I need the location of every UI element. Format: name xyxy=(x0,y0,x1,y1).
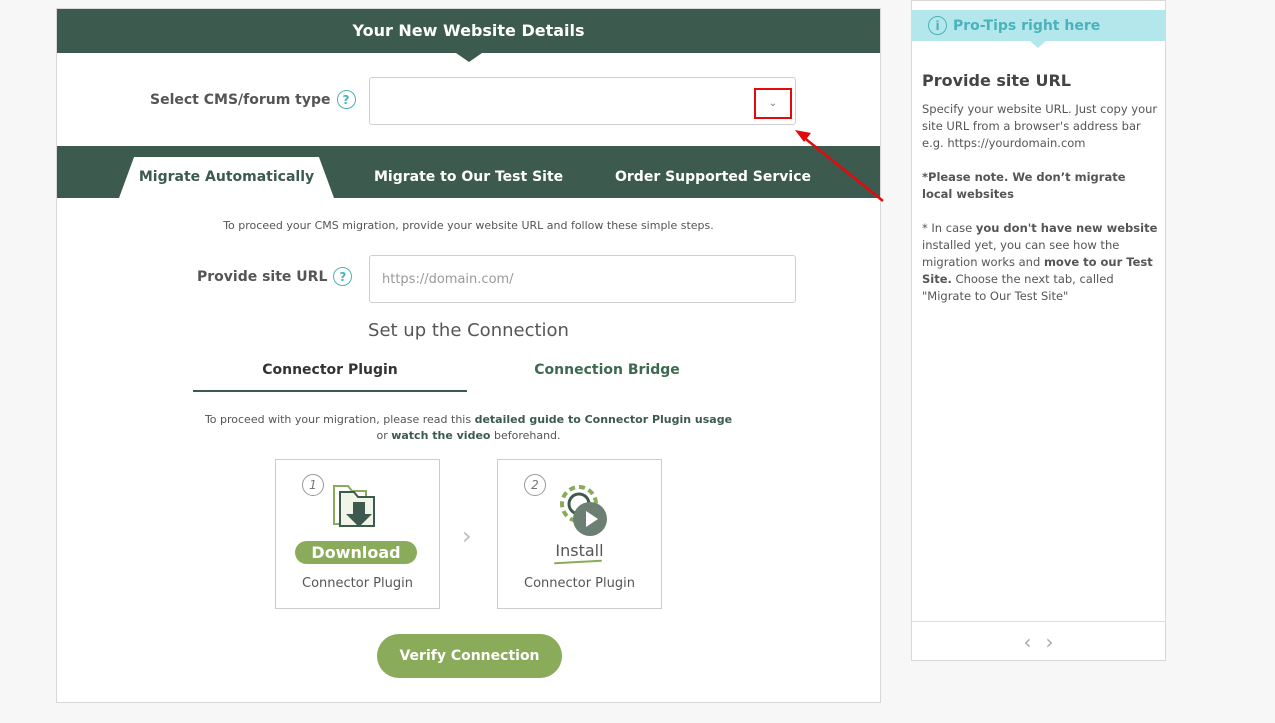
install-button[interactable]: Install xyxy=(498,541,661,560)
details-header: Your New Website Details xyxy=(57,9,880,62)
cms-type-label: Select CMS/forum type xyxy=(150,91,331,108)
video-link[interactable]: watch the video xyxy=(391,429,490,442)
cms-help-icon[interactable]: ? xyxy=(336,90,356,109)
cms-type-select[interactable]: ⌄ xyxy=(369,77,796,125)
install-caption: Connector Plugin xyxy=(524,576,635,591)
site-url-input[interactable] xyxy=(369,255,796,303)
tips-title: Provide site URL xyxy=(922,71,1071,90)
site-url-label: Provide site URL xyxy=(197,268,328,285)
chevron-right-icon[interactable]: › xyxy=(1046,630,1054,654)
guide-prefix: To proceed with your migration, please r… xyxy=(204,413,475,426)
pro-tips-header: i Pro-Tips right here xyxy=(912,10,1165,48)
pro-tips-panel: i Pro-Tips right here Provide site URL S… xyxy=(911,0,1166,661)
subtab-connector-plugin[interactable]: Connector Plugin xyxy=(193,362,467,392)
download-caption: Connector Plugin xyxy=(302,576,413,591)
tab-migrate-test-site[interactable]: Migrate to Our Test Site xyxy=(374,146,563,198)
tips-body: Specify your website URL. Just copy your… xyxy=(922,101,1158,322)
tab-order-service[interactable]: Order Supported Service xyxy=(615,146,811,198)
guide-suffix: beforehand. xyxy=(490,429,561,442)
tab-migrate-automatically[interactable]: Migrate Automatically xyxy=(119,157,334,198)
cms-dropdown-toggle[interactable]: ⌄ xyxy=(754,88,792,119)
guide-link[interactable]: detailed guide to Connector Plugin usage xyxy=(475,413,732,426)
install-step-card: 2 Install Connector Plugin xyxy=(497,459,662,609)
download-button[interactable]: Download xyxy=(295,541,417,564)
step-number-2: 2 xyxy=(524,474,546,496)
tips-p3-b: you don't have new website xyxy=(975,221,1158,235)
pro-tips-header-text: Pro-Tips right here xyxy=(953,17,1101,34)
tips-pager: ‹ › xyxy=(912,621,1165,661)
subtab-connection-bridge[interactable]: Connection Bridge xyxy=(467,362,747,392)
tips-paragraph-2: *Please note. We don’t migrate local web… xyxy=(922,170,1126,201)
site-url-label-row: Provide site URL ? xyxy=(197,267,353,286)
connector-guide-text: To proceed with your migration, please r… xyxy=(57,412,880,444)
website-details-panel: Your New Website Details Select CMS/foru… xyxy=(56,8,881,703)
migration-intro-text: To proceed your CMS migration, provide y… xyxy=(223,219,714,232)
guide-mid: or xyxy=(376,429,392,442)
install-underline xyxy=(553,559,603,565)
migration-tab-bar: Migrate Automatically Migrate to Our Tes… xyxy=(57,146,880,198)
step-number-1: 1 xyxy=(302,474,324,496)
setup-connection-title: Set up the Connection xyxy=(368,320,569,341)
tips-paragraph-3: * In case you don't have new website ins… xyxy=(922,220,1158,305)
install-gear-icon xyxy=(560,485,607,536)
step-arrow-icon: › xyxy=(462,522,472,550)
chevron-down-icon: ⌄ xyxy=(768,98,778,109)
tips-p3-a: * In case xyxy=(922,221,976,235)
chevron-left-icon[interactable]: ‹ xyxy=(1024,630,1032,654)
url-help-icon[interactable]: ? xyxy=(333,267,353,286)
download-step-card: 1 Download Connector Plugin xyxy=(275,459,440,609)
tips-paragraph-1: Specify your website URL. Just copy your… xyxy=(922,102,1158,150)
download-folder-icon xyxy=(333,485,375,527)
cms-type-label-row: Select CMS/forum type ? xyxy=(150,90,356,109)
info-icon: i xyxy=(928,16,947,35)
verify-connection-button[interactable]: Verify Connection xyxy=(377,634,562,678)
